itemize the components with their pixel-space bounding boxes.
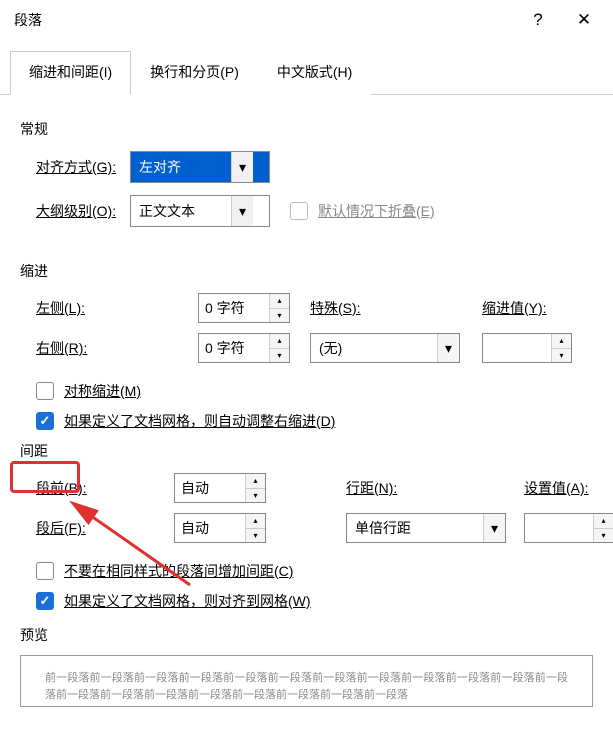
mirror-indent-label: 对称缩进(M) [64,381,141,401]
outline-label: 大纲级别(O): [20,201,130,221]
preview-box: 前一段落前一段落前一段落前一段落前一段落前一段落前一段落前一段落前一段落前一段落… [20,655,593,707]
tab-strip: 缩进和间距(I) 换行和分页(P) 中文版式(H) [0,40,613,95]
tab-indent-spacing[interactable]: 缩进和间距(I) [10,51,131,95]
grid-indent-checkbox[interactable] [36,412,54,430]
at-label: 设置值(A): [524,478,613,498]
collapse-label: 默认情况下折叠(E) [318,201,435,221]
no-same-style-checkbox[interactable] [36,562,54,580]
section-spacing: 间距 [20,441,593,461]
at-value [525,514,593,542]
spinner-up-icon[interactable]: ▴ [552,334,571,349]
by-spinner[interactable]: ▴▾ [482,333,572,363]
indent-left-spinner[interactable]: 0 字符 ▴▾ [198,293,290,323]
chevron-down-icon[interactable]: ▾ [437,334,459,362]
by-label: 缩进值(Y): [482,298,613,318]
collapse-checkbox[interactable] [290,202,308,220]
chevron-down-icon[interactable]: ▾ [231,196,253,226]
titlebar: 段落 ? ✕ [0,0,613,40]
tab-asian[interactable]: 中文版式(H) [258,51,371,95]
tab-label: 换行和分页(P) [150,64,239,80]
line-spacing-select[interactable]: 单倍行距 ▾ [346,513,506,543]
by-value [483,334,551,362]
window-title: 段落 [14,10,515,30]
align-select[interactable]: 左对齐 ▾ [130,151,270,183]
no-same-style-label: 不要在相同样式的段落间增加间距(C) [64,561,293,581]
indent-right-spinner[interactable]: 0 字符 ▴▾ [198,333,290,363]
special-select[interactable]: (无) ▾ [310,333,460,363]
tab-label: 中文版式(H) [277,64,352,80]
spinner-up-icon[interactable]: ▴ [270,334,289,349]
at-spinner[interactable]: ▴▾ [524,513,613,543]
section-indent: 缩进 [20,261,593,281]
grid-indent-label: 如果定义了文档网格，则自动调整右缩进(D) [64,411,335,431]
section-general: 常规 [20,119,593,139]
help-button[interactable]: ? [515,0,561,40]
line-spacing-label: 行距(N): [346,478,516,498]
align-label: 对齐方式(G): [20,157,130,177]
tab-label: 缩进和间距(I) [29,64,112,80]
preview-label: 预览 [20,625,593,645]
spinner-down-icon[interactable]: ▾ [270,349,289,363]
spinner-up-icon[interactable]: ▴ [246,514,265,529]
special-label: 特殊(S): [310,298,470,318]
chevron-down-icon[interactable]: ▾ [483,514,505,542]
spinner-up-icon[interactable]: ▴ [594,514,613,529]
outline-select[interactable]: 正文文本 ▾ [130,195,270,227]
spinner-down-icon[interactable]: ▾ [552,349,571,363]
line-spacing-value: 单倍行距 [347,514,483,542]
align-value: 左对齐 [131,152,231,182]
snap-grid-checkbox[interactable] [36,592,54,610]
before-spinner[interactable]: 自动 ▴▾ [174,473,266,503]
indent-left-label: 左侧(L): [36,298,186,318]
spinner-down-icon[interactable]: ▾ [594,529,613,543]
indent-right-label: 右侧(R): [36,338,186,358]
spinner-up-icon[interactable]: ▴ [270,294,289,309]
after-spinner[interactable]: 自动 ▴▾ [174,513,266,543]
spinner-up-icon[interactable]: ▴ [246,474,265,489]
chevron-down-icon[interactable]: ▾ [231,152,253,182]
spinner-down-icon[interactable]: ▾ [246,529,265,543]
after-value: 自动 [175,514,245,542]
mirror-indent-checkbox[interactable] [36,382,54,400]
spinner-down-icon[interactable]: ▾ [246,489,265,503]
close-button[interactable]: ✕ [561,0,607,40]
outline-value: 正文文本 [131,196,231,226]
before-value: 自动 [175,474,245,502]
special-value: (无) [311,334,437,362]
after-label: 段后(F): [36,518,166,538]
snap-grid-label: 如果定义了文档网格，则对齐到网格(W) [64,591,311,611]
indent-right-value: 0 字符 [199,334,269,362]
indent-left-value: 0 字符 [199,294,269,322]
spinner-down-icon[interactable]: ▾ [270,309,289,323]
tab-pagination[interactable]: 换行和分页(P) [131,51,258,95]
before-label: 段前(B): [36,478,166,498]
preview-text: 前一段落前一段落前一段落前一段落前一段落前一段落前一段落前一段落前一段落前一段落… [45,672,568,701]
